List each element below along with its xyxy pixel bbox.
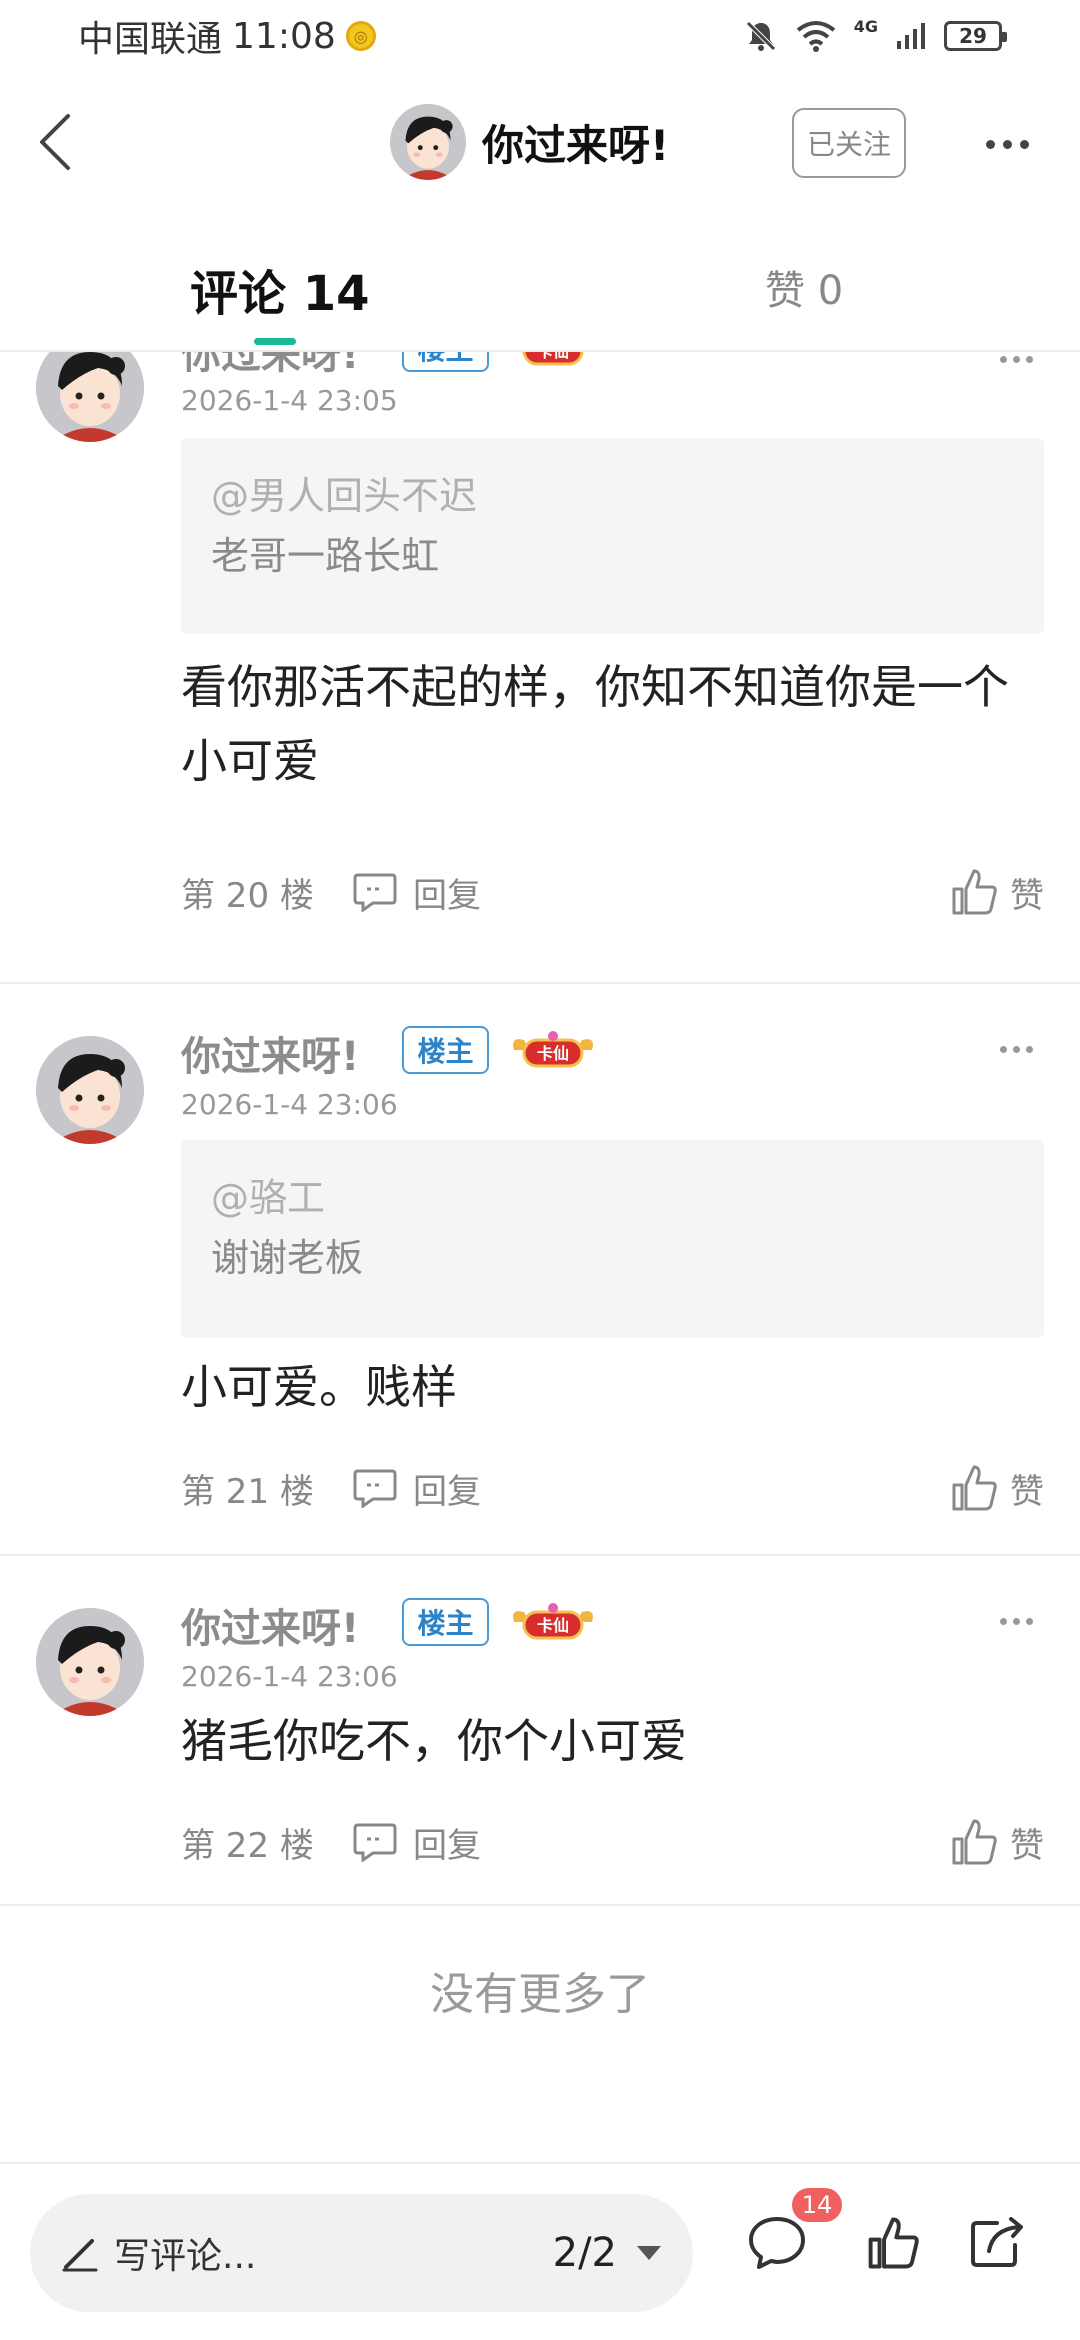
like-button[interactable]: 赞 [950, 1817, 1044, 1867]
like-icon [952, 1819, 997, 1865]
reply-icon [353, 1823, 397, 1862]
rank-badge-label: 卡仙 [537, 1044, 569, 1063]
clock: 11:08 [232, 15, 336, 57]
network-type: 4G [853, 16, 878, 36]
back-icon [40, 114, 70, 170]
reply-button[interactable]: 回复 [351, 1818, 481, 1867]
chevron-down-icon [637, 2246, 661, 2260]
rank-badge: 卡仙 [522, 352, 584, 366]
comment-footer: 第 20 楼 回复 赞 [181, 862, 1044, 922]
rank-badge: 卡仙 [513, 1603, 593, 1640]
like-icon [952, 1465, 997, 1511]
end-of-list-label: 没有更多了 [430, 1969, 650, 2020]
like-label: 赞 [1010, 1825, 1044, 1866]
bottom-bar: 写评论... 2/2 14 [0, 2162, 1080, 2340]
avatar[interactable] [36, 352, 144, 442]
avatar[interactable] [36, 1608, 144, 1716]
comment-more-button[interactable] [1000, 1618, 1033, 1625]
reply-button[interactable]: 回复 [351, 868, 481, 917]
rank-badge: 卡仙 [513, 1031, 593, 1068]
tab-likes[interactable]: 赞 0 [765, 258, 843, 316]
comment-time: 2026-1-4 23:05 [181, 384, 398, 417]
reply-icon [353, 873, 397, 912]
comment-footer: 第 22 楼 回复 赞 [181, 1812, 1044, 1872]
pencil-icon [62, 2239, 98, 2272]
owner-badge: 楼主 [402, 1026, 489, 1074]
like-button[interactable]: 赞 [950, 867, 1044, 917]
thread-author[interactable]: 你过来呀! [390, 104, 669, 180]
like-button[interactable]: 赞 [950, 1463, 1044, 1513]
reply-label: 回复 [413, 1471, 481, 1512]
more-options-button[interactable] [972, 120, 1042, 168]
quote-user: @骆工 [211, 1176, 326, 1220]
comment-body: 小可爱。贱样 [181, 1360, 457, 1414]
like-thread-button[interactable] [858, 2208, 928, 2278]
comment-time: 2026-1-4 23:06 [181, 1088, 398, 1121]
more-icon [1000, 1618, 1007, 1625]
comment-item: 你过来呀! 楼主 卡仙 2026-1-4 23:06 @骆工 谢谢老板 小可爱。… [0, 984, 1080, 1556]
avatar [390, 104, 466, 180]
comment-input[interactable]: 写评论... 2/2 [30, 2194, 693, 2312]
battery-indicator: 29 [944, 21, 1007, 51]
tab-active-indicator [254, 338, 296, 345]
more-icon [1000, 1046, 1007, 1053]
avatar[interactable] [36, 1036, 144, 1144]
quote-user: @男人回头不迟 [211, 474, 478, 518]
owner-badge: 楼主 [402, 352, 489, 372]
nav-bar: 你过来呀! 已关注 [0, 72, 1080, 212]
owner-badge: 楼主 [402, 1598, 489, 1646]
battery-level: 29 [959, 24, 987, 48]
coin-notification-icon: ◎ [345, 21, 376, 51]
back-button[interactable] [26, 112, 86, 172]
tab-comments[interactable]: 评论 14 [190, 254, 370, 324]
thumb-up-icon [868, 2217, 919, 2269]
like-icon [952, 869, 997, 915]
quote-text: 谢谢老板 [211, 1236, 364, 1280]
comment-author[interactable]: 你过来呀! [181, 352, 359, 380]
carrier-label: 中国联通 [78, 19, 223, 60]
more-icon [1000, 356, 1007, 363]
follow-button[interactable]: 已关注 [792, 108, 906, 178]
quote-text: 老哥一路长虹 [211, 534, 440, 578]
status-bar: 中国联通 11:08 ◎ 4G 29 [0, 0, 1080, 72]
tab-bar: 评论 14 赞 0 [0, 212, 1080, 352]
signal-icon [897, 23, 925, 49]
like-label: 赞 [1010, 875, 1044, 916]
comment-body: 猪毛你吃不，你个小可爱 [181, 1714, 687, 1768]
comment-more-button[interactable] [1000, 356, 1033, 363]
floor-number: 第 21 楼 [181, 1471, 314, 1512]
more-icon [985, 139, 995, 149]
comment-item: 你过来呀! 楼主 卡仙 2026-1-4 23:06 猪毛你吃不，你个小可爱 第… [0, 1556, 1080, 1906]
page-indicator: 2/2 [552, 2230, 617, 2276]
floor-number: 第 22 楼 [181, 1825, 314, 1866]
floor-number: 第 20 楼 [181, 875, 314, 916]
comment-body: 看你那活不起的样，你知不知道你是一个小可爱 [181, 660, 1009, 788]
comment-icon [749, 2217, 805, 2269]
comment-count-badge: 14 [792, 2188, 842, 2222]
quoted-comment[interactable]: @骆工 谢谢老板 [181, 1140, 1044, 1338]
comment-footer: 第 21 楼 回复 赞 [181, 1458, 1044, 1518]
nav-title: 你过来呀! [482, 120, 670, 170]
reply-label: 回复 [413, 1825, 481, 1866]
bell-muted-icon [745, 21, 776, 51]
comment-more-button[interactable] [1000, 1046, 1033, 1053]
wifi-icon [796, 21, 835, 52]
comment-input-placeholder: 写评论... [114, 2236, 257, 2277]
rank-badge-label: 卡仙 [537, 1616, 569, 1635]
comment-author[interactable]: 你过来呀! [181, 1596, 359, 1654]
reply-icon [353, 1469, 397, 1508]
share-icon [971, 2217, 1023, 2267]
page-selector[interactable]: 2/2 [553, 2230, 663, 2276]
comment-item: 你过来呀! 楼主 卡仙 2026-1-4 23:05 @男人回头不迟 老哥一路长… [0, 352, 1080, 984]
rank-badge-label: 卡仙 [537, 352, 569, 361]
share-button[interactable] [962, 2208, 1032, 2278]
like-label: 赞 [1010, 1471, 1044, 1512]
quoted-comment[interactable]: @男人回头不迟 老哥一路长虹 [181, 438, 1044, 634]
comment-time: 2026-1-4 23:06 [181, 1660, 398, 1693]
comment-feed[interactable]: 你过来呀! 楼主 卡仙 2026-1-4 23:05 @男人回头不迟 老哥一路长… [0, 352, 1080, 2162]
reply-label: 回复 [413, 875, 481, 916]
comment-author[interactable]: 你过来呀! [181, 1024, 359, 1082]
reply-button[interactable]: 回复 [351, 1464, 481, 1513]
